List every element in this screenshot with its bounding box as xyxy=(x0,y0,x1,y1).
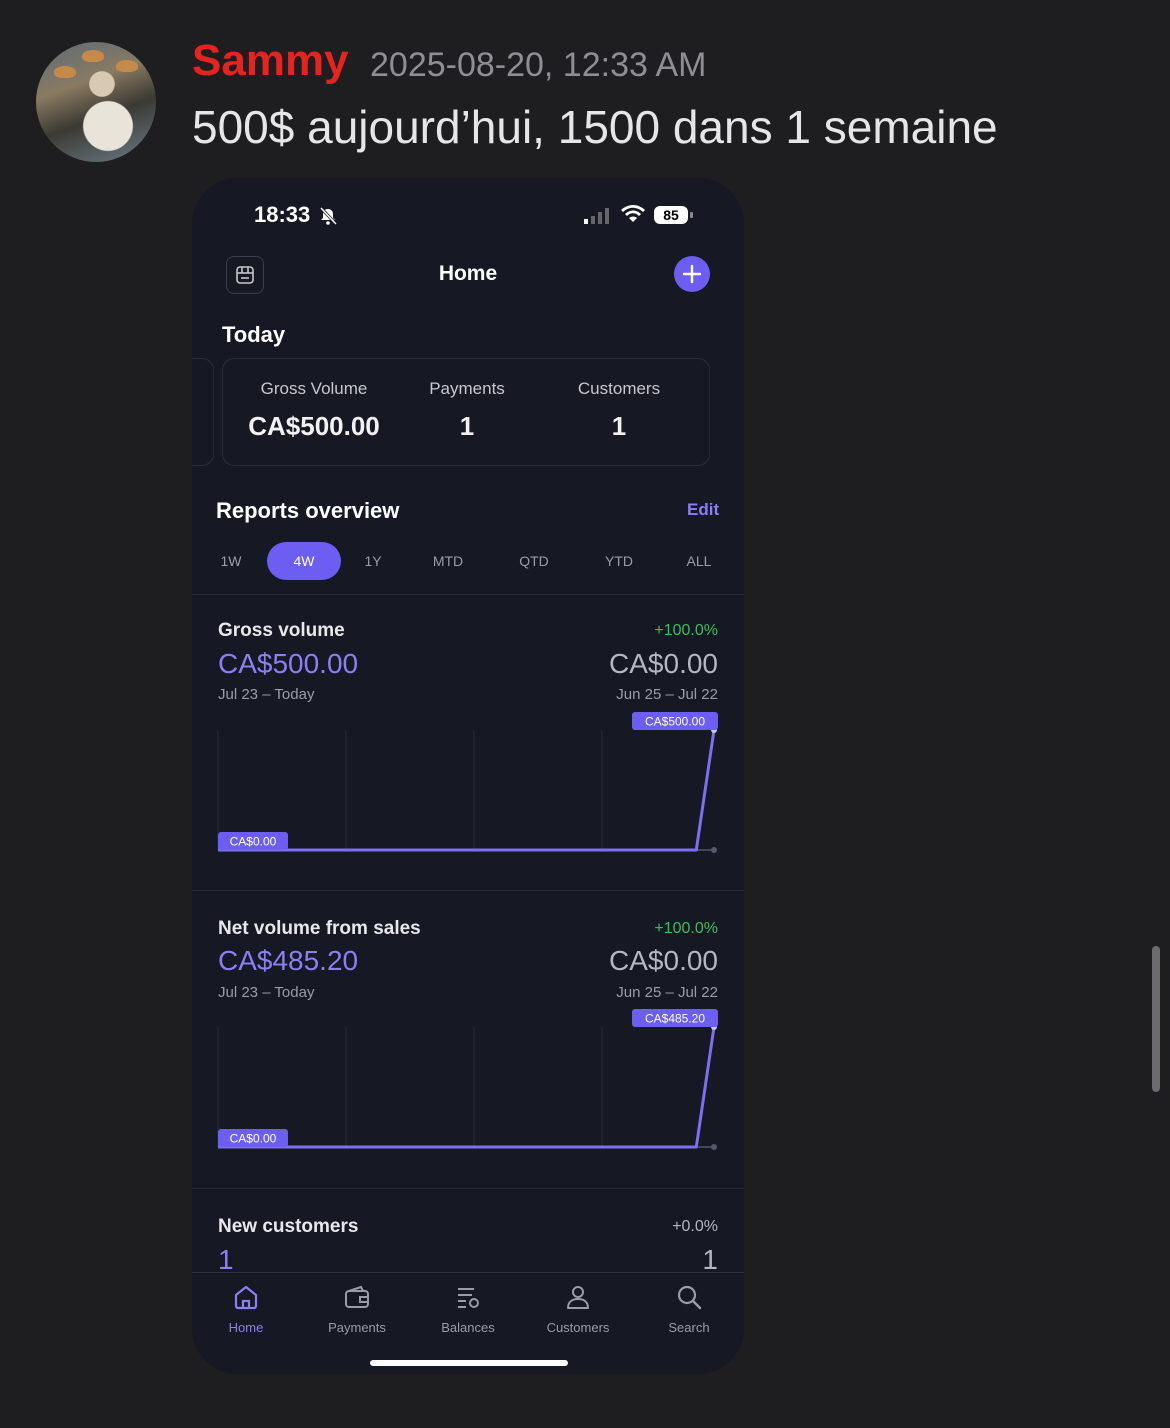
username[interactable]: Sammy xyxy=(192,36,349,86)
start-value-label: CA$0.00 xyxy=(230,835,277,849)
home-indicator xyxy=(370,1360,568,1366)
period-tabs: 1W 4W 1Y MTD QTD YTD ALL xyxy=(192,542,744,580)
current-value[interactable]: CA$485.20 xyxy=(218,945,358,977)
tab-label: Home xyxy=(228,1320,264,1335)
metric-value: 1 xyxy=(611,411,627,441)
page-title: Home xyxy=(438,262,498,285)
section-title: Net volume from sales xyxy=(218,918,421,939)
tab-label: Payments xyxy=(328,1320,386,1335)
previous-period-point xyxy=(711,847,717,853)
metric-value: 1 xyxy=(459,411,475,441)
divider xyxy=(192,890,744,891)
change-percent: +100.0% xyxy=(654,920,718,937)
tab-balances[interactable]: Balances xyxy=(418,1283,518,1335)
battery-tip xyxy=(690,212,693,218)
metric-customers: Customers 1 xyxy=(559,379,679,442)
gross-volume-chart[interactable]: CA$0.00 CA$500.00 xyxy=(192,708,744,868)
end-value-label: CA$500.00 xyxy=(645,715,705,729)
wallet-icon xyxy=(345,1285,369,1308)
metric-label: Payments xyxy=(429,379,505,398)
balances-icon xyxy=(458,1288,479,1308)
tab-customers[interactable]: Customers xyxy=(528,1283,628,1335)
bell-muted-icon xyxy=(319,206,338,226)
previous-range: Jun 25 – Jul 22 xyxy=(616,984,718,1001)
metric-label: Customers xyxy=(577,379,661,398)
today-title: Today xyxy=(222,322,286,347)
tab-1w[interactable]: 1W xyxy=(210,542,252,580)
plus-icon xyxy=(682,264,702,284)
edit-button[interactable]: Edit xyxy=(687,500,719,520)
tab-4w[interactable]: 4W xyxy=(267,542,341,580)
start-value-label: CA$0.00 xyxy=(230,1132,277,1146)
wifi-icon xyxy=(621,205,645,222)
tab-mtd[interactable]: MTD xyxy=(422,542,474,580)
reports-title: Reports overview xyxy=(216,498,400,523)
home-icon xyxy=(234,1285,258,1310)
change-percent: +100.0% xyxy=(654,622,718,639)
end-value-label: CA$485.20 xyxy=(645,1012,705,1026)
tab-1y[interactable]: 1Y xyxy=(352,542,394,580)
today-summary-card[interactable]: Gross Volume CA$500.00 Payments 1 Custom… xyxy=(222,358,710,466)
metric-payments: Payments 1 xyxy=(413,379,521,442)
tab-label: Balances xyxy=(441,1320,495,1335)
status-time: 18:33 xyxy=(254,202,311,227)
series-line xyxy=(218,729,716,852)
tab-payments[interactable]: Payments xyxy=(307,1283,407,1335)
message-text: 500$ aujourd’hui, 1500 dans 1 semaine xyxy=(192,101,998,153)
section-title: Gross volume xyxy=(218,620,345,641)
avatar[interactable] xyxy=(36,42,156,162)
tab-ytd[interactable]: YTD xyxy=(594,542,644,580)
previous-value: CA$0.00 xyxy=(609,945,718,976)
attached-screenshot[interactable]: 18:33 85 Home Today Gross Volume CA$500.… xyxy=(192,178,744,1374)
metric-value: CA$500.00 xyxy=(248,411,380,441)
divider xyxy=(192,1188,744,1189)
previous-card[interactable] xyxy=(192,358,214,466)
bottom-tab-bar: Home Payments Balances Customers Search xyxy=(192,1272,744,1374)
user-icon xyxy=(567,1286,589,1309)
current-range: Jul 23 – Today xyxy=(218,984,315,1001)
tab-qtd[interactable]: QTD xyxy=(508,542,560,580)
battery-level: 85 xyxy=(654,206,688,224)
tab-search[interactable]: Search xyxy=(639,1283,739,1335)
tab-label: Customers xyxy=(546,1320,610,1335)
message-timestamp: 2025-08-20, 12:33 AM xyxy=(370,46,707,84)
net-volume-chart[interactable]: CA$0.00 CA$485.20 xyxy=(192,1005,744,1165)
current-range: Jul 23 – Today xyxy=(218,686,315,703)
search-icon xyxy=(677,1285,702,1310)
divider xyxy=(192,594,744,595)
signal-icon xyxy=(584,208,609,224)
scrollbar[interactable] xyxy=(1152,946,1160,1092)
metric-gross-volume: Gross Volume CA$500.00 xyxy=(237,379,391,442)
tab-home[interactable]: Home xyxy=(196,1283,296,1335)
previous-value: CA$0.00 xyxy=(609,648,718,679)
series-line xyxy=(218,1026,716,1149)
tab-all[interactable]: ALL xyxy=(676,542,722,580)
tab-label: Search xyxy=(668,1320,710,1335)
section-title: New customers xyxy=(218,1216,359,1237)
metric-label: Gross Volume xyxy=(260,379,368,398)
current-value[interactable]: CA$500.00 xyxy=(218,648,358,680)
add-button[interactable] xyxy=(674,256,710,292)
previous-period-point xyxy=(711,1144,717,1150)
change-percent: +0.0% xyxy=(672,1218,718,1235)
previous-range: Jun 25 – Jul 22 xyxy=(616,686,718,703)
